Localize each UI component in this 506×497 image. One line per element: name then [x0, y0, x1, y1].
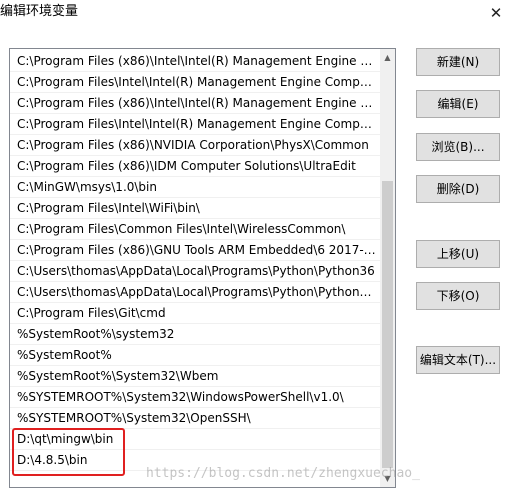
path-list-item[interactable]: %SYSTEMROOT%\System32\OpenSSH\ [10, 408, 380, 429]
path-list-item[interactable]: C:\Program Files (x86)\Intel\Intel(R) Ma… [10, 51, 380, 72]
move-up-button[interactable]: 上移(U) [416, 240, 500, 268]
path-list-item[interactable]: C:\Program Files\Intel\Intel(R) Manageme… [10, 72, 380, 93]
path-list-item[interactable]: C:\Users\thomas\AppData\Local\Programs\P… [10, 261, 380, 282]
path-list-items: C:\Program Files (x86)\Intel\Intel(R) Ma… [10, 51, 380, 471]
move-down-button[interactable]: 下移(O) [416, 282, 500, 310]
path-list-item[interactable]: D:\4.8.5\bin [10, 450, 380, 471]
path-list-item[interactable]: C:\MinGW\msys\1.0\bin [10, 177, 380, 198]
browse-button[interactable]: 浏览(B)... [416, 133, 500, 161]
edit-text-button[interactable]: 编辑文本(T)... [416, 346, 500, 374]
edit-button[interactable]: 编辑(E) [416, 90, 500, 118]
path-list-item[interactable]: %SystemRoot%\system32 [10, 324, 380, 345]
path-list-item[interactable]: C:\Program Files (x86)\GNU Tools ARM Emb… [10, 240, 380, 261]
path-list-item[interactable]: C:\Program Files (x86)\IDM Computer Solu… [10, 156, 380, 177]
scroll-down-arrow-icon[interactable]: ▼ [380, 470, 395, 487]
path-list-item[interactable]: %SYSTEMROOT%\System32\WindowsPowerShell\… [10, 387, 380, 408]
window-title: 编辑环境变量 [0, 4, 79, 19]
path-list-item[interactable]: %SystemRoot%\System32\Wbem [10, 366, 380, 387]
title-bar: 编辑环境变量 ✕ [0, 0, 506, 30]
path-list-item[interactable]: C:\Users\thomas\AppData\Local\Programs\P… [10, 282, 380, 303]
path-list-item[interactable]: C:\Program Files\Intel\WiFi\bin\ [10, 198, 380, 219]
path-list-item[interactable]: C:\Program Files (x86)\Intel\Intel(R) Ma… [10, 93, 380, 114]
delete-button[interactable]: 删除(D) [416, 175, 500, 203]
close-icon[interactable]: ✕ [486, 2, 506, 24]
path-list-item[interactable]: C:\Program Files\Common Files\Intel\Wire… [10, 219, 380, 240]
path-list-item[interactable]: D:\qt\mingw\bin [10, 429, 380, 450]
path-list-item[interactable]: C:\Program Files\Intel\Intel(R) Manageme… [10, 114, 380, 135]
scroll-up-arrow-icon[interactable]: ▲ [380, 49, 395, 66]
new-button[interactable]: 新建(N) [416, 48, 500, 76]
path-list-item[interactable]: C:\Program Files\Git\cmd [10, 303, 380, 324]
path-list-item[interactable]: %SystemRoot% [10, 345, 380, 366]
scroll-thumb[interactable] [382, 181, 393, 468]
path-list[interactable]: C:\Program Files (x86)\Intel\Intel(R) Ma… [9, 48, 396, 488]
path-list-item[interactable]: C:\Program Files (x86)\NVIDIA Corporatio… [10, 135, 380, 156]
vertical-scrollbar[interactable]: ▲ ▼ [380, 49, 395, 487]
